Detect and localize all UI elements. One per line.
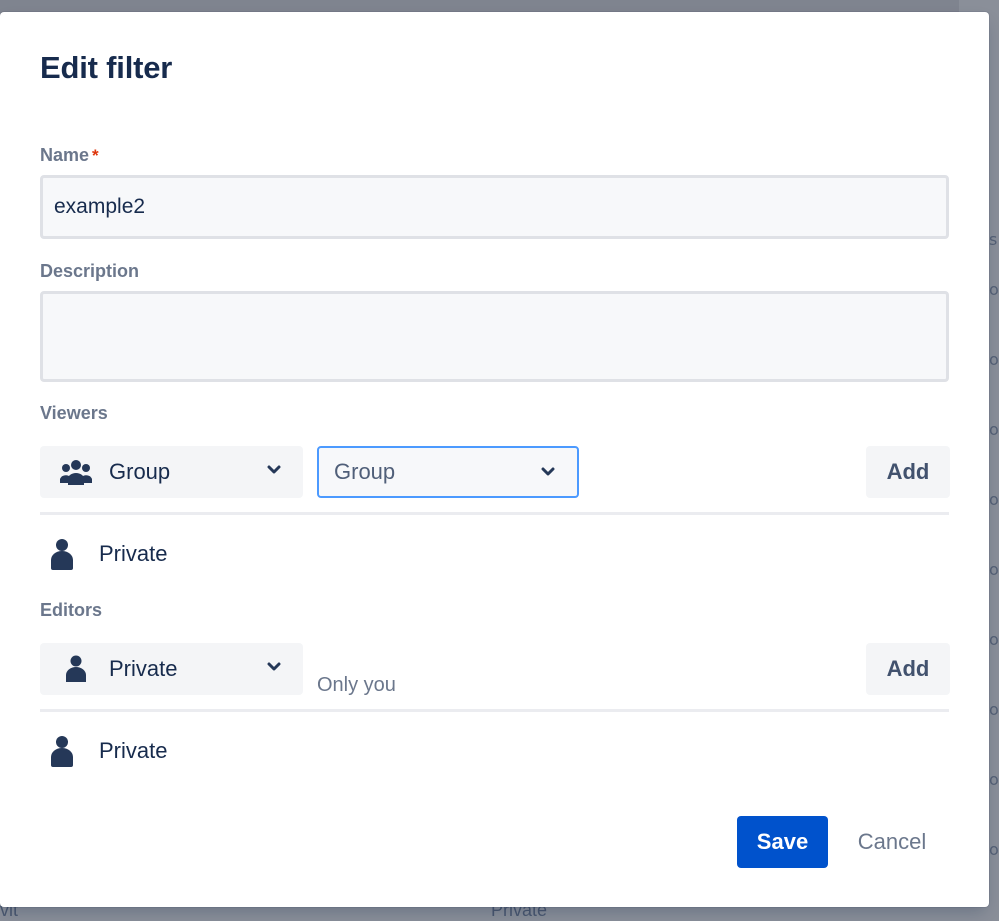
user-icon <box>51 539 73 570</box>
editors-entry-label: Private <box>99 738 168 763</box>
editors-entry: Private <box>40 731 340 771</box>
viewers-divider <box>40 512 949 515</box>
viewers-type-select[interactable]: Group <box>40 446 303 498</box>
description-label: Description <box>40 261 140 281</box>
background-glyph: o <box>989 770 999 789</box>
viewers-target-value: Group <box>334 459 396 484</box>
cancel-button[interactable]: Cancel <box>842 816 942 868</box>
background-glyph: s <box>989 230 998 249</box>
editors-hint: Only you <box>317 674 396 696</box>
background-glyph: o <box>989 630 999 649</box>
viewers-add-button[interactable]: Add <box>866 446 950 498</box>
user-icon <box>51 736 73 767</box>
background-glyph: o <box>989 280 999 299</box>
chevron-down-icon <box>267 662 281 671</box>
background-glyph: o <box>989 560 999 579</box>
chevron-down-icon <box>267 465 281 474</box>
chevron-down-icon <box>541 467 555 476</box>
dialog-title: Edit filter <box>40 50 173 85</box>
group-icon <box>60 460 92 485</box>
description-textarea[interactable] <box>40 291 949 382</box>
name-label-text: Name <box>40 145 90 165</box>
viewers-label: Viewers <box>40 403 108 423</box>
editors-type-value: Private <box>109 656 178 681</box>
edit-filter-dialog: Edit filter Name* Description Viewers Gr… <box>0 12 989 907</box>
background-glyph: o <box>989 840 999 859</box>
background-glyph: o <box>989 420 999 439</box>
editors-divider <box>40 709 949 712</box>
viewers-target-select[interactable]: Group <box>317 446 579 498</box>
required-marker: * <box>92 146 99 165</box>
user-icon <box>66 655 86 682</box>
name-input[interactable] <box>40 175 949 239</box>
editors-add-button[interactable]: Add <box>866 643 950 695</box>
viewers-entry: Private <box>40 534 340 574</box>
save-button[interactable]: Save <box>737 816 828 868</box>
editors-type-select[interactable]: Private <box>40 643 303 695</box>
background-glyph: o <box>989 700 999 719</box>
background-glyph: o <box>989 490 999 509</box>
viewers-type-value: Group <box>109 459 171 484</box>
editors-label: Editors <box>40 600 103 620</box>
background-glyph: o <box>989 350 999 369</box>
viewers-entry-label: Private <box>99 541 168 566</box>
name-label: Name * <box>40 145 99 166</box>
